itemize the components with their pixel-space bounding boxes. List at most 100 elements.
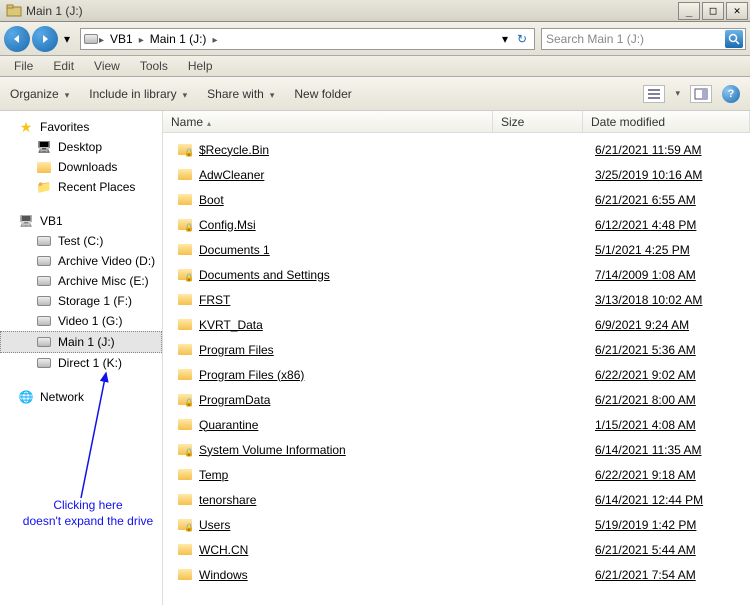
new-folder-button[interactable]: New folder: [294, 87, 351, 101]
file-name[interactable]: System Volume Information: [199, 443, 509, 457]
folder-icon: [177, 442, 193, 458]
file-name[interactable]: Documents 1: [199, 243, 509, 257]
file-row[interactable]: Config.Msi6/12/2021 4:48 PM: [163, 212, 750, 237]
breadcrumb-item[interactable]: VB1: [104, 32, 139, 46]
sidebar-drive-item[interactable]: Test (C:): [0, 231, 162, 251]
file-date: 6/21/2021 5:44 AM: [595, 543, 696, 557]
organize-button[interactable]: Organize: [10, 87, 69, 101]
file-row[interactable]: Users5/19/2019 1:42 PM: [163, 512, 750, 537]
sidebar-drive-item[interactable]: Archive Video (D:): [0, 251, 162, 271]
back-button[interactable]: [4, 26, 30, 52]
file-row[interactable]: FRST 3/13/2018 10:02 AM: [163, 287, 750, 312]
menu-tools[interactable]: Tools: [132, 57, 176, 75]
network-group: 🌐 Network: [0, 387, 162, 407]
file-name[interactable]: Config.Msi: [199, 218, 509, 232]
file-name[interactable]: Boot: [199, 193, 509, 207]
sidebar-drive-item[interactable]: Storage 1 (F:): [0, 291, 162, 311]
folder-icon: [177, 192, 193, 208]
maximize-button[interactable]: □: [702, 2, 724, 20]
file-row[interactable]: Windows6/21/2021 7:54 AM: [163, 562, 750, 587]
file-name[interactable]: Temp: [199, 468, 509, 482]
file-date: 6/9/2021 9:24 AM: [595, 318, 689, 332]
view-options-button[interactable]: [643, 85, 665, 103]
file-row[interactable]: WCH.CN 6/21/2021 5:44 AM: [163, 537, 750, 562]
sidebar-drive-item[interactable]: Direct 1 (K:): [0, 353, 162, 373]
file-row[interactable]: System Volume Information 6/14/2021 11:35…: [163, 437, 750, 462]
folder-icon: [177, 517, 193, 533]
file-name[interactable]: Program Files: [199, 343, 509, 357]
file-row[interactable]: Documents and Settings7/14/2009 1:08 AM: [163, 262, 750, 287]
menu-view[interactable]: View: [86, 57, 128, 75]
network-header[interactable]: 🌐 Network: [0, 387, 162, 407]
share-with-button[interactable]: Share with: [207, 87, 274, 101]
column-name[interactable]: Name: [163, 111, 493, 132]
file-name[interactable]: Documents and Settings: [199, 268, 509, 282]
file-name[interactable]: Quarantine: [199, 418, 509, 432]
menu-help[interactable]: Help: [180, 57, 221, 75]
file-row[interactable]: ProgramData6/21/2021 8:00 AM: [163, 387, 750, 412]
file-date: 6/21/2021 11:59 AM: [595, 143, 702, 157]
file-row[interactable]: Boot6/21/2021 6:55 AM: [163, 187, 750, 212]
sidebar-drive-item[interactable]: Archive Misc (E:): [0, 271, 162, 291]
nav-history-dropdown[interactable]: ▾: [60, 32, 74, 46]
file-name[interactable]: Users: [199, 518, 509, 532]
column-date[interactable]: Date modified: [583, 111, 750, 132]
file-row[interactable]: Program Files 6/21/2021 5:36 AM: [163, 337, 750, 362]
file-date: 6/14/2021 11:35 AM: [595, 443, 702, 457]
help-button[interactable]: ?: [722, 85, 740, 103]
titlebar: Main 1 (J:) _ □ ✕: [0, 0, 750, 22]
menu-edit[interactable]: Edit: [45, 57, 82, 75]
drive-icon: [36, 355, 52, 371]
toolbar: Organize Include in library Share with N…: [0, 77, 750, 111]
sidebar-drive-item[interactable]: Main 1 (J:): [0, 331, 162, 353]
computer-header[interactable]: 🖥 VB1: [0, 211, 162, 231]
sidebar-item-downloads[interactable]: Downloads: [0, 157, 162, 177]
breadcrumb-dropdown[interactable]: ▾: [498, 32, 512, 46]
folder-icon: [177, 267, 193, 283]
file-row[interactable]: AdwCleaner3/25/2019 10:16 AM: [163, 162, 750, 187]
folder-icon: [177, 292, 193, 308]
column-size[interactable]: Size: [493, 111, 583, 132]
file-date: 1/15/2021 4:08 AM: [595, 418, 696, 432]
preview-pane-button[interactable]: [690, 85, 712, 103]
sidebar-drive-item[interactable]: Video 1 (G:): [0, 311, 162, 331]
file-row[interactable]: Documents 1 5/1/2021 4:25 PM: [163, 237, 750, 262]
breadcrumb[interactable]: VB1 Main 1 (J:) ▾ ↻: [80, 28, 535, 50]
file-row[interactable]: Temp6/22/2021 9:18 AM: [163, 462, 750, 487]
drive-icon: [36, 313, 52, 329]
file-row[interactable]: Program Files (x86)6/22/2021 9:02 AM: [163, 362, 750, 387]
search-placeholder: Search Main 1 (J:): [546, 32, 644, 46]
forward-button[interactable]: [32, 26, 58, 52]
file-row[interactable]: tenorshare6/14/2021 12:44 PM: [163, 487, 750, 512]
menu-file[interactable]: File: [6, 57, 41, 75]
file-row[interactable]: Quarantine 1/15/2021 4:08 AM: [163, 412, 750, 437]
file-name[interactable]: KVRT_Data: [199, 318, 509, 332]
file-name[interactable]: Windows: [199, 568, 509, 582]
file-name[interactable]: Program Files (x86): [199, 368, 509, 382]
file-name[interactable]: tenorshare: [199, 493, 509, 507]
file-name[interactable]: WCH.CN: [199, 543, 509, 557]
file-date: 5/1/2021 4:25 PM: [595, 243, 690, 257]
folder-icon: [177, 167, 193, 183]
file-row[interactable]: $Recycle.Bin 6/21/2021 11:59 AM: [163, 137, 750, 162]
minimize-button[interactable]: _: [678, 2, 700, 20]
breadcrumb-item[interactable]: Main 1 (J:): [144, 32, 213, 46]
file-name[interactable]: $Recycle.Bin: [199, 143, 509, 157]
app-icon: [6, 3, 22, 19]
file-name[interactable]: FRST: [199, 293, 509, 307]
file-row[interactable]: KVRT_Data 6/9/2021 9:24 AM: [163, 312, 750, 337]
refresh-button[interactable]: ↻: [512, 29, 532, 49]
file-date: 3/13/2018 10:02 AM: [595, 293, 702, 307]
search-icon[interactable]: [725, 30, 743, 48]
file-name[interactable]: ProgramData: [199, 393, 509, 407]
folder-icon: [177, 217, 193, 233]
sidebar-item-desktop[interactable]: 🖥Desktop: [0, 137, 162, 157]
close-button[interactable]: ✕: [726, 2, 748, 20]
sidebar-item-recent[interactable]: 📁Recent Places: [0, 177, 162, 197]
file-date: 6/21/2021 5:36 AM: [595, 343, 696, 357]
search-input[interactable]: Search Main 1 (J:): [541, 28, 746, 50]
file-name[interactable]: AdwCleaner: [199, 168, 509, 182]
include-library-button[interactable]: Include in library: [89, 87, 187, 101]
sort-indicator-icon: [207, 115, 211, 129]
favorites-header[interactable]: ★ Favorites: [0, 117, 162, 137]
